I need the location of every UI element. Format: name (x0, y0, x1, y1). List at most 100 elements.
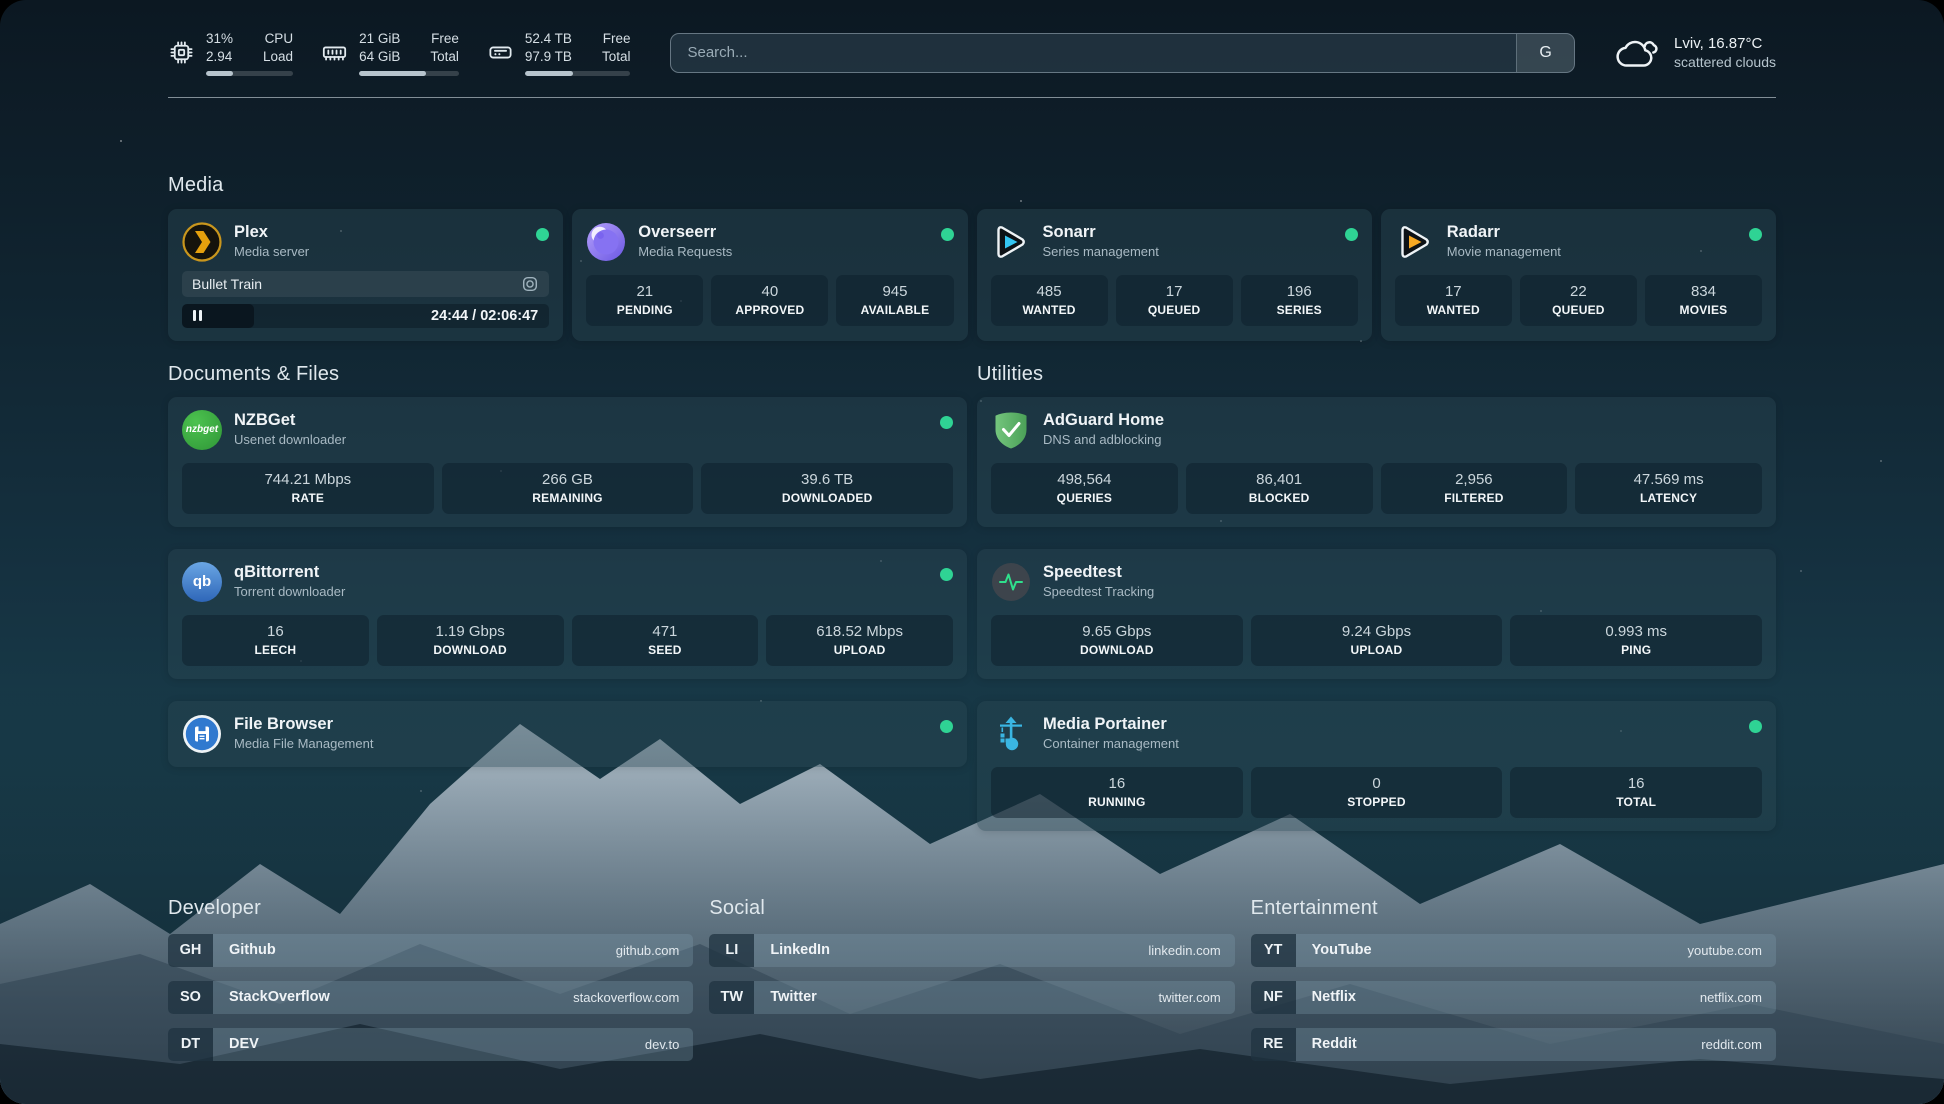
sonarr-card: Sonarr Series management 485 WANTED 17 Q… (977, 209, 1372, 341)
bookmark-dev[interactable]: DT DEV dev.to (168, 1028, 693, 1061)
weather-widget: Lviv, 16.87°C scattered clouds (1615, 33, 1776, 73)
stat-label: LEECH (186, 643, 365, 657)
stat-label: QUEUED (1120, 303, 1229, 317)
stat-label: SERIES (1245, 303, 1354, 317)
stat-value: 0.993 ms (1514, 623, 1758, 640)
stat-tile: 2,956 FILTERED (1381, 463, 1568, 514)
plex-icon (182, 222, 222, 262)
memory-icon (321, 39, 348, 66)
stat-value: 40 (715, 283, 824, 300)
bookmark-github[interactable]: GH Github github.com (168, 934, 693, 967)
section-title-utilities: Utilities (977, 363, 1776, 386)
disk-widget: 52.4 TB 97.9 TB Free Total (487, 30, 631, 76)
stat-label: UPLOAD (770, 643, 949, 657)
cpu-label: CPU (263, 30, 293, 48)
pause-icon (193, 310, 202, 321)
cpu-icon (168, 39, 195, 66)
stat-value: 9.24 Gbps (1255, 623, 1499, 640)
stat-value: 618.52 Mbps (770, 623, 949, 640)
cpu-progress (206, 71, 293, 76)
stat-tile: 744.21 Mbps RATE (182, 463, 434, 514)
portainer-card: Media Portainer Container management 16 … (977, 701, 1776, 831)
stat-label: DOWNLOADED (705, 491, 949, 505)
adguard-card-header[interactable]: AdGuard Home DNS and adblocking (991, 410, 1762, 450)
bookmark-abbr: DT (168, 1028, 213, 1061)
bookmark-linkedin[interactable]: LI LinkedIn linkedin.com (709, 934, 1234, 967)
radarr-card-header[interactable]: Radarr Movie management (1395, 222, 1762, 262)
stat-tile: 21 PENDING (586, 275, 703, 326)
sonarr-icon (991, 222, 1031, 262)
bookmark-name: YouTube (1312, 942, 1372, 958)
stat-tile: 16 TOTAL (1510, 767, 1762, 818)
radarr-icon (1395, 222, 1435, 262)
bookmark-youtube[interactable]: YT YouTube youtube.com (1251, 934, 1776, 967)
now-playing-row: Bullet Train (182, 271, 549, 297)
bookmark-stackoverflow[interactable]: SO StackOverflow stackoverflow.com (168, 981, 693, 1014)
stat-label: PING (1514, 643, 1758, 657)
bookmark-abbr: RE (1251, 1028, 1296, 1061)
speedtest-card: Speedtest Speedtest Tracking 9.65 Gbps D… (977, 549, 1776, 679)
stat-label: TOTAL (1514, 795, 1758, 809)
search-provider-button[interactable]: G (1516, 34, 1574, 72)
qbittorrent-card-header[interactable]: qb qBittorrent Torrent downloader (182, 562, 953, 602)
stat-value: 2,956 (1385, 471, 1564, 488)
memory-total-value: 64 GiB (359, 48, 400, 66)
bookmark-group-entertainment: Entertainment YT YouTube youtube.com NF … (1251, 897, 1776, 1061)
search-input[interactable] (671, 34, 1516, 72)
speedtest-card-header[interactable]: Speedtest Speedtest Tracking (991, 562, 1762, 602)
stat-value: 22 (1524, 283, 1633, 300)
section-title-media: Media (168, 174, 1776, 197)
disk-icon (487, 39, 514, 66)
stat-tile: 17 WANTED (1395, 275, 1512, 326)
status-dot (536, 228, 549, 241)
service-title: Overseerr (638, 223, 732, 242)
search-bar[interactable]: G (670, 33, 1575, 73)
disk-progress (525, 71, 631, 76)
stat-value: 0 (1255, 775, 1499, 792)
disk-total-value: 97.9 TB (525, 48, 572, 66)
status-dot (940, 720, 953, 733)
stat-tile: 945 AVAILABLE (836, 275, 953, 326)
stat-label: RATE (186, 491, 430, 505)
section-title-social: Social (709, 897, 1234, 920)
sonarr-card-header[interactable]: Sonarr Series management (991, 222, 1358, 262)
bookmark-netflix[interactable]: NF Netflix netflix.com (1251, 981, 1776, 1014)
bookmark-url: linkedin.com (1148, 943, 1220, 958)
top-bar: 31% 2.94 CPU Load (168, 0, 1776, 76)
stat-tile: 9.65 Gbps DOWNLOAD (991, 615, 1243, 666)
service-title: AdGuard Home (1043, 411, 1164, 430)
stat-value: 86,401 (1190, 471, 1369, 488)
stat-label: PENDING (590, 303, 699, 317)
memory-free-label: Free (430, 30, 459, 48)
overseerr-card-header[interactable]: Overseerr Media Requests (586, 222, 953, 262)
bookmark-abbr: NF (1251, 981, 1296, 1014)
cpu-load-label: Load (263, 48, 293, 66)
section-title-entertainment: Entertainment (1251, 897, 1776, 920)
plex-card: Plex Media server Bullet Train (168, 209, 563, 341)
bookmark-abbr: YT (1251, 934, 1296, 967)
bookmark-twitter[interactable]: TW Twitter twitter.com (709, 981, 1234, 1014)
service-subtitle: Speedtest Tracking (1043, 584, 1154, 599)
service-title: Media Portainer (1043, 715, 1179, 734)
qbittorrent-icon: qb (182, 562, 222, 602)
stat-label: AVAILABLE (840, 303, 949, 317)
header-divider (168, 97, 1776, 98)
bookmark-reddit[interactable]: RE Reddit reddit.com (1251, 1028, 1776, 1061)
stat-tile: 9.24 Gbps UPLOAD (1251, 615, 1503, 666)
stat-tile: 39.6 TB DOWNLOADED (701, 463, 953, 514)
stat-value: 498,564 (995, 471, 1174, 488)
service-subtitle: DNS and adblocking (1043, 432, 1164, 447)
nzbget-card-header[interactable]: nzbget NZBGet Usenet downloader (182, 410, 953, 450)
stat-value: 9.65 Gbps (995, 623, 1239, 640)
nzbget-card: nzbget NZBGet Usenet downloader 744.21 M… (168, 397, 967, 527)
portainer-card-header[interactable]: Media Portainer Container management (991, 714, 1762, 754)
bookmark-abbr: GH (168, 934, 213, 967)
filebrowser-card-header[interactable]: File Browser Media File Management (182, 714, 953, 754)
stat-label: REMAINING (446, 491, 690, 505)
service-subtitle: Torrent downloader (234, 584, 345, 599)
bookmark-name: Twitter (770, 989, 816, 1005)
stat-value: 16 (995, 775, 1239, 792)
stat-value: 485 (995, 283, 1104, 300)
plex-card-header[interactable]: Plex Media server (182, 222, 549, 262)
weather-location-temp: Lviv, 16.87°C (1674, 35, 1776, 52)
